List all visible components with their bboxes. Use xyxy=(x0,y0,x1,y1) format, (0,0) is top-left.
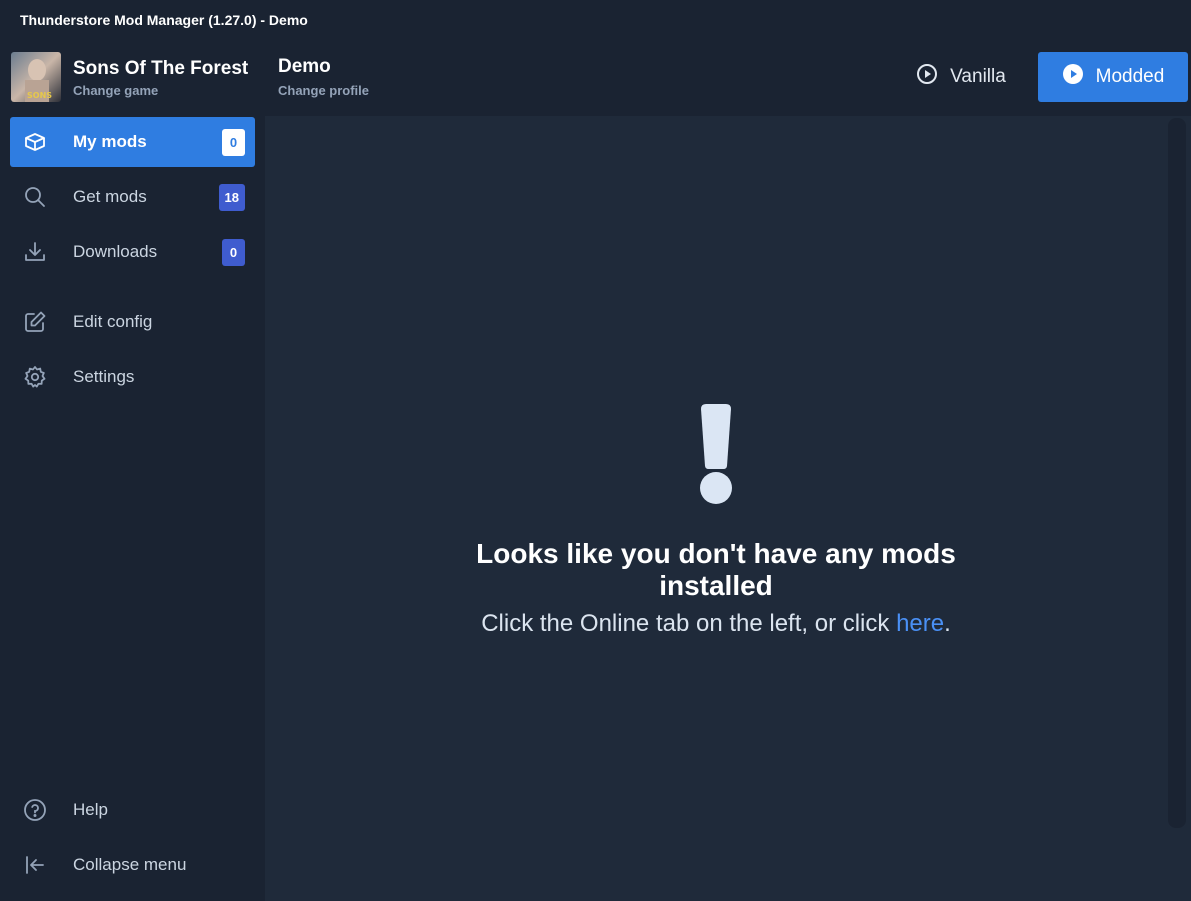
sidebar-item-help[interactable]: Help xyxy=(10,785,255,835)
get-mods-count-badge: 18 xyxy=(218,184,245,211)
window-title: Thunderstore Mod Manager (1.27.0) - Demo xyxy=(20,12,308,28)
sidebar-item-label: Downloads xyxy=(73,242,158,261)
download-icon xyxy=(23,240,47,264)
sidebar: My mods 0 Get mods 18 Downloads 0 Edit c… xyxy=(0,116,265,901)
help-icon xyxy=(23,798,47,822)
change-profile-link[interactable]: Change profile xyxy=(278,83,369,98)
title-bar: Thunderstore Mod Manager (1.27.0) - Demo xyxy=(0,0,1191,40)
sidebar-item-label: Collapse menu xyxy=(73,855,187,874)
empty-state-title: Looks like you don't have any mods insta… xyxy=(476,538,956,601)
vanilla-label: Vanilla xyxy=(950,66,1006,87)
empty-state-period: . xyxy=(944,610,951,637)
play-filled-icon xyxy=(1062,63,1084,91)
sidebar-item-downloads[interactable]: Downloads 0 xyxy=(10,227,255,277)
play-outline-icon xyxy=(916,63,938,91)
empty-state-subtitle: Click the Online tab on the left, or cli… xyxy=(465,608,967,639)
launch-modded-button[interactable]: Modded xyxy=(1038,52,1188,102)
header: SONS Sons Of The Forest Change game Demo… xyxy=(0,40,1191,116)
change-game-link[interactable]: Change game xyxy=(73,83,158,98)
empty-state: Looks like you don't have any mods insta… xyxy=(465,404,967,639)
svg-text:SONS: SONS xyxy=(27,91,52,100)
modded-label: Modded xyxy=(1095,66,1165,87)
sidebar-item-label: Get mods xyxy=(73,187,147,206)
box-icon xyxy=(23,130,47,154)
sidebar-item-settings[interactable]: Settings xyxy=(10,352,255,402)
sidebar-item-edit-config[interactable]: Edit config xyxy=(10,297,255,347)
profile-title: Demo xyxy=(278,56,331,77)
search-icon xyxy=(23,185,47,209)
sidebar-item-my-mods[interactable]: My mods 0 xyxy=(10,117,255,167)
sidebar-item-label: Help xyxy=(73,800,108,819)
sidebar-item-label: My mods xyxy=(73,132,147,151)
game-thumbnail[interactable]: SONS xyxy=(11,52,61,102)
edit-icon xyxy=(23,310,47,334)
here-link[interactable]: here xyxy=(896,610,944,637)
downloads-count-badge: 0 xyxy=(222,239,245,266)
scrollbar[interactable] xyxy=(1168,118,1186,828)
game-title: Sons Of The Forest xyxy=(73,58,249,79)
gear-icon xyxy=(23,365,47,389)
app-window: Thunderstore Mod Manager (1.27.0) - Demo… xyxy=(0,0,1191,901)
launch-vanilla-button[interactable]: Vanilla xyxy=(900,52,1022,102)
exclamation-icon xyxy=(696,404,736,504)
sidebar-item-get-mods[interactable]: Get mods 18 xyxy=(10,172,255,222)
empty-state-text: Click the Online tab on the left, or cli… xyxy=(481,610,897,637)
sidebar-item-label: Edit config xyxy=(73,312,153,331)
sidebar-item-collapse-menu[interactable]: Collapse menu xyxy=(10,840,255,890)
collapse-icon xyxy=(23,853,47,877)
main-content: Looks like you don't have any mods insta… xyxy=(265,116,1191,901)
sidebar-item-label: Settings xyxy=(73,367,135,386)
my-mods-count-badge: 0 xyxy=(222,129,245,156)
